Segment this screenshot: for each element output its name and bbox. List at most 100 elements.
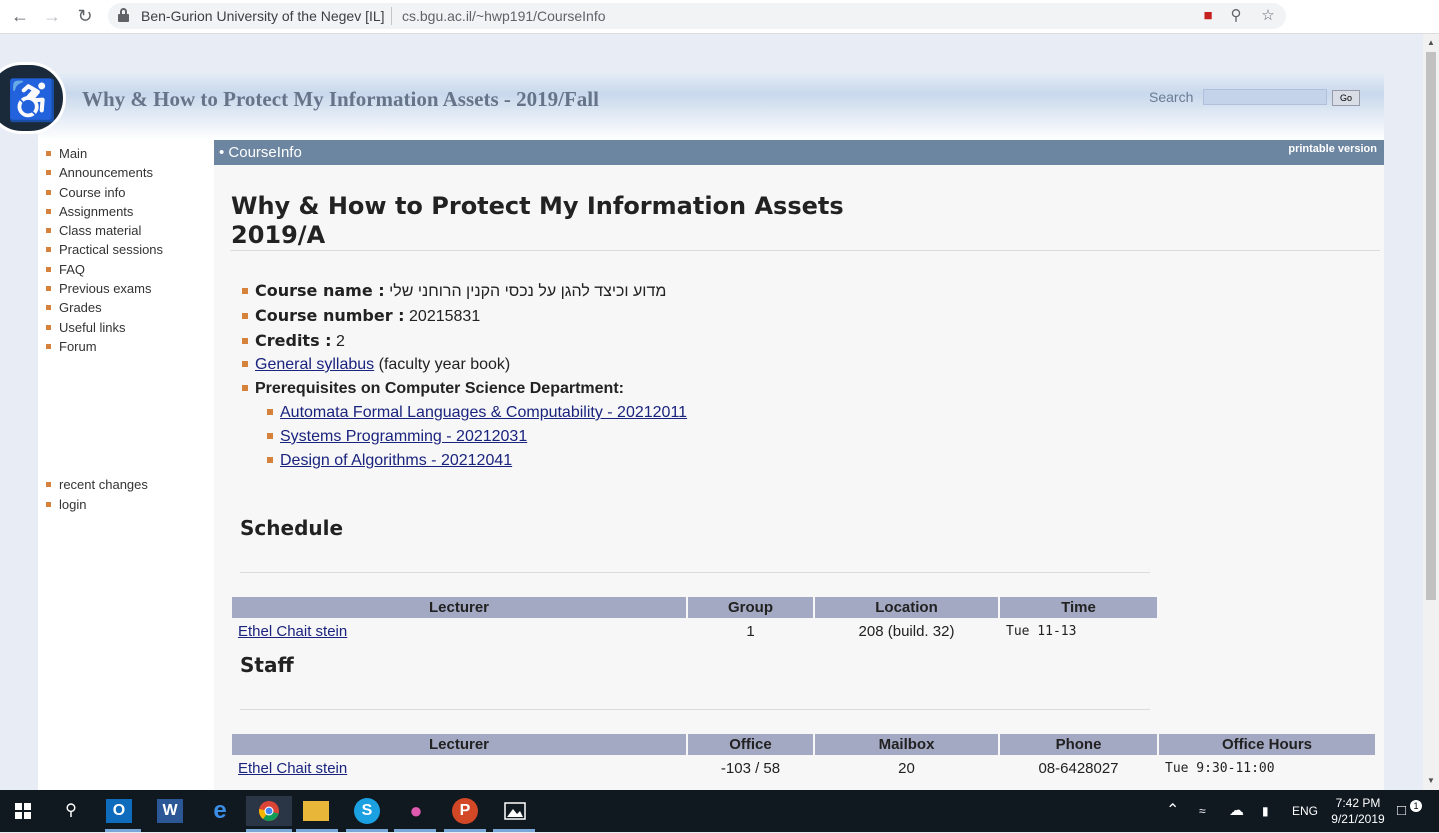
search-icon[interactable]: ⚲	[56, 796, 86, 826]
bullet-icon	[46, 266, 51, 272]
sidebar-item-label: login	[59, 496, 87, 512]
lecturer-link[interactable]: Ethel Chait stein	[238, 623, 347, 640]
word-icon[interactable]: W	[157, 799, 183, 823]
powerpoint-icon[interactable]: P	[452, 798, 478, 824]
bullet-icon	[46, 286, 51, 292]
wifi-icon[interactable]: ≈	[1199, 790, 1206, 832]
paint3d-icon[interactable]: ●	[401, 796, 431, 826]
sidebar-item-login[interactable]: login	[46, 495, 148, 515]
location-cell: 208 (build. 32)	[858, 623, 955, 640]
bullet-icon	[46, 151, 51, 156]
lecturer-cell: Ethel Chait stein	[232, 755, 686, 782]
bullet-icon	[267, 433, 273, 439]
sidebar-extra-menu: recent changes login	[46, 475, 148, 514]
scroll-thumb[interactable]	[1426, 52, 1436, 600]
edge-icon[interactable]: e	[205, 796, 235, 826]
bullet-icon	[46, 247, 51, 253]
lecturer-cell: Ethel Chait stein	[232, 618, 686, 645]
address-bar[interactable]: Ben-Gurion University of the Negev [IL] …	[108, 3, 1286, 29]
sidebar-item-class-material[interactable]: Class material	[46, 221, 163, 240]
bullet-icon	[267, 409, 273, 415]
sidebar-item-assignments[interactable]: Assignments	[46, 202, 163, 221]
sidebar-item-grades[interactable]: Grades	[46, 298, 163, 317]
prerequisites-label: Prerequisites on Computer Science Depart…	[255, 380, 624, 397]
notification-center-icon[interactable]: □	[1397, 790, 1406, 832]
sidebar-item-forum[interactable]: Forum	[46, 337, 163, 356]
sidebar-item-announcements[interactable]: Announcements	[46, 163, 163, 182]
outlook-icon[interactable]: O	[106, 799, 132, 823]
skype-icon[interactable]: S	[354, 798, 380, 824]
go-button[interactable]: Go	[1332, 90, 1360, 106]
sidebar-item-label: Course info	[59, 184, 126, 200]
sidebar-item-label: FAQ	[59, 261, 86, 277]
reload-icon[interactable]: ↻	[74, 5, 96, 27]
windows-start-icon[interactable]	[8, 796, 38, 826]
bullet-icon	[267, 457, 273, 463]
bullet-icon	[46, 170, 51, 176]
prerequisite-link-algorithms[interactable]: Design of Algorithms - 20212041	[280, 452, 512, 469]
forward-icon[interactable]: →	[41, 5, 63, 27]
general-syllabus-link[interactable]: General syllabus	[255, 356, 374, 373]
table-row: Ethel Chait stein -103 / 58 20 08-642802…	[232, 755, 1375, 782]
bullet-icon	[46, 501, 51, 507]
bookmark-star-icon[interactable]: ☆	[1258, 6, 1278, 26]
sidebar-item-recent-changes[interactable]: recent changes	[46, 475, 148, 495]
chrome-icon[interactable]	[246, 796, 292, 826]
bullet-icon	[46, 208, 51, 214]
page-scrollbar[interactable]: ▲ ▼	[1423, 34, 1439, 790]
course-name-label: Course name :	[255, 281, 385, 300]
printable-version-link[interactable]: printable version	[1288, 143, 1377, 155]
sidebar-item-faq[interactable]: FAQ	[46, 260, 163, 279]
course-name-value: מדוע וכיצד להגן על נכסי הקנין הרוחני שלי	[389, 283, 667, 300]
file-explorer-icon[interactable]	[303, 801, 329, 821]
column-header: Mailbox	[815, 734, 998, 755]
sidebar-item-previous-exams[interactable]: Previous exams	[46, 279, 163, 298]
sidebar-item-main[interactable]: Main	[46, 144, 163, 163]
sidebar-item-practical-sessions[interactable]: Practical sessions	[46, 240, 163, 259]
time-cell: Tue 11-13	[1006, 624, 1077, 639]
url-separator	[391, 7, 392, 25]
column-header: Group	[688, 597, 813, 618]
show-hidden-icons-icon[interactable]: ⌃	[1166, 790, 1179, 832]
browser-toolbar: ← → ↻ Ben-Gurion University of the Negev…	[0, 0, 1439, 34]
lecturer-link[interactable]: Ethel Chait stein	[238, 760, 347, 777]
zoom-icon[interactable]: ⚲	[1226, 6, 1246, 26]
lock-icon[interactable]	[118, 8, 129, 22]
clock[interactable]: 7:42 PM 9/21/2019	[1318, 795, 1398, 827]
photos-icon[interactable]	[500, 796, 530, 826]
sidebar-item-label: Grades	[59, 300, 102, 316]
syllabus-note: (faculty year book)	[378, 356, 511, 373]
onedrive-icon[interactable]: ☁	[1229, 790, 1244, 832]
column-header: Lecturer	[232, 734, 686, 755]
bullet-icon	[46, 324, 51, 330]
sidebar: Main Announcements Course info Assignmen…	[38, 140, 214, 790]
prerequisite-link-systems-programming[interactable]: Systems Programming - 20212031	[280, 428, 527, 445]
back-icon[interactable]: ←	[9, 5, 31, 27]
sidebar-item-label: Practical sessions	[59, 242, 164, 258]
staff-table: Lecturer Office Mailbox Phone Office Hou…	[230, 734, 1377, 782]
sidebar-item-course-info[interactable]: Course info	[46, 183, 163, 202]
blocked-content-icon[interactable]: ■	[1198, 6, 1218, 26]
phone-cell: 08-6428027	[1038, 760, 1119, 777]
sidebar-item-label: Class material	[59, 223, 142, 239]
scroll-up-arrow-icon[interactable]: ▲	[1423, 36, 1439, 50]
staff-title: Staff	[240, 653, 294, 677]
sidebar-item-label: Main	[59, 146, 88, 161]
column-header: Location	[815, 597, 998, 618]
url-text[interactable]: cs.bgu.ac.il/~hwp191/CourseInfo	[402, 8, 606, 24]
table-header-row: Lecturer Group Location Time	[232, 597, 1157, 618]
content-bar: • CourseInfo printable version	[214, 140, 1384, 165]
language-indicator[interactable]: ENG	[1292, 790, 1318, 832]
battery-icon[interactable]: ▮	[1262, 790, 1269, 832]
course-info-list: Course name : מדוע וכיצד להגן על נכסי הק…	[242, 278, 687, 473]
sidebar-item-useful-links[interactable]: Useful links	[46, 318, 163, 337]
scroll-down-arrow-icon[interactable]: ▼	[1423, 774, 1439, 788]
prerequisite-item: Design of Algorithms - 20212041	[242, 449, 687, 473]
group-cell: 1	[746, 623, 755, 640]
bullet-icon	[46, 343, 51, 349]
bullet-icon	[242, 361, 248, 367]
prerequisite-link-automata[interactable]: Automata Formal Languages & Computabilit…	[280, 404, 687, 421]
schedule-table: Lecturer Group Location Time Ethel Chait…	[230, 597, 1159, 645]
search-input[interactable]	[1203, 89, 1327, 105]
page-title-line2: 2019/A	[231, 221, 326, 249]
